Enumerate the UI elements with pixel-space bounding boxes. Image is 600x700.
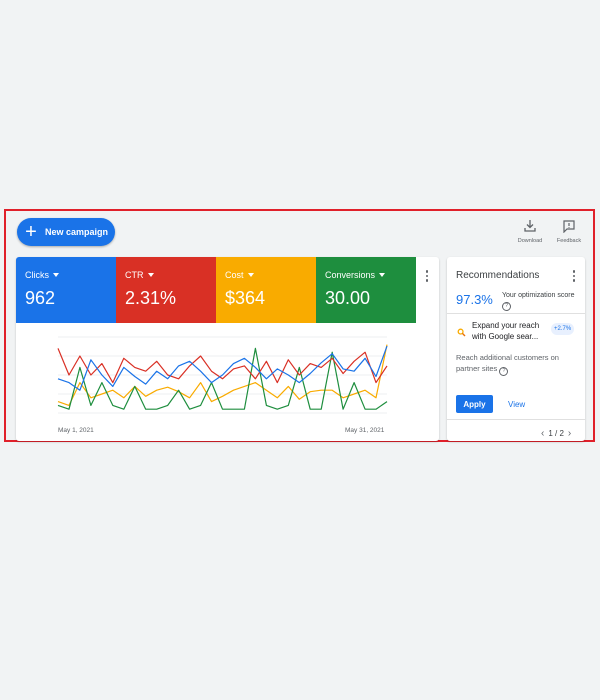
metric-value: 2.31% — [125, 288, 177, 308]
optimization-score: 97.3% — [456, 292, 493, 307]
view-link[interactable]: View — [508, 400, 525, 409]
chevron-right-icon[interactable]: › — [568, 428, 571, 439]
x-axis-start-label: May 1, 2021 — [58, 427, 94, 434]
metric-value: 962 — [25, 288, 56, 308]
chevron-left-icon[interactable]: ‹ — [541, 428, 544, 439]
metric-name: Cost — [225, 270, 244, 280]
series-line-ctr — [57, 348, 388, 384]
new-campaign-button[interactable]: + New campaign — [17, 218, 115, 246]
caret-down-icon — [247, 273, 254, 277]
download-button[interactable]: Download — [510, 219, 550, 244]
performance-card: Clicks 962 CTR 2.31% Cost $364 Conversio… — [16, 257, 439, 441]
plus-icon: + — [25, 221, 37, 243]
feedback-icon — [549, 219, 589, 235]
metric-name: Conversions — [325, 270, 376, 280]
divider — [447, 419, 585, 420]
new-campaign-label: New campaign — [45, 227, 109, 237]
metric-name: CTR — [125, 270, 144, 280]
more-options-icon[interactable] — [568, 270, 580, 282]
metric-clicks[interactable]: Clicks 962 — [16, 257, 116, 323]
metric-ctr[interactable]: CTR 2.31% — [116, 257, 216, 323]
download-label: Download — [517, 238, 543, 244]
feedback-button[interactable]: Feedback — [549, 219, 589, 244]
metric-value: $364 — [225, 288, 266, 308]
optimization-score-label: Your optimization score ? — [502, 292, 575, 311]
performance-chart — [57, 336, 388, 414]
caret-down-icon — [147, 273, 154, 277]
help-icon[interactable]: ? — [502, 302, 511, 311]
help-icon[interactable]: ? — [499, 367, 509, 376]
highlight-frame: + New campaign Download Feedback Clicks … — [4, 209, 595, 442]
caret-down-icon — [379, 273, 386, 277]
divider — [447, 313, 585, 314]
recommendation-item-title[interactable]: Expand your reach with Google sear... — [472, 320, 550, 342]
x-axis-end-label: May 31, 2021 — [345, 427, 385, 434]
recommendations-card: Recommendations 97.3% Your optimization … — [447, 257, 585, 441]
pagination: ‹ 1 / 2 › — [541, 428, 571, 439]
apply-button[interactable]: Apply — [456, 395, 493, 413]
feedback-label: Feedback — [556, 238, 582, 244]
download-icon — [510, 219, 550, 235]
search-icon — [457, 324, 466, 342]
recommendation-impact-badge: +2.7% — [551, 323, 575, 335]
metric-value: 30.00 — [325, 288, 371, 308]
pagination-text: 1 / 2 — [548, 429, 564, 438]
caret-down-icon — [53, 273, 59, 277]
recommendation-description: Reach additional customers on partner si… — [456, 353, 559, 376]
metric-cost[interactable]: Cost $364 — [216, 257, 316, 323]
metric-name: Clicks — [25, 270, 49, 280]
metric-conversions[interactable]: Conversions 30.00 — [316, 257, 416, 323]
recommendations-title: Recommendations — [456, 270, 540, 281]
more-options-icon[interactable] — [421, 270, 433, 282]
